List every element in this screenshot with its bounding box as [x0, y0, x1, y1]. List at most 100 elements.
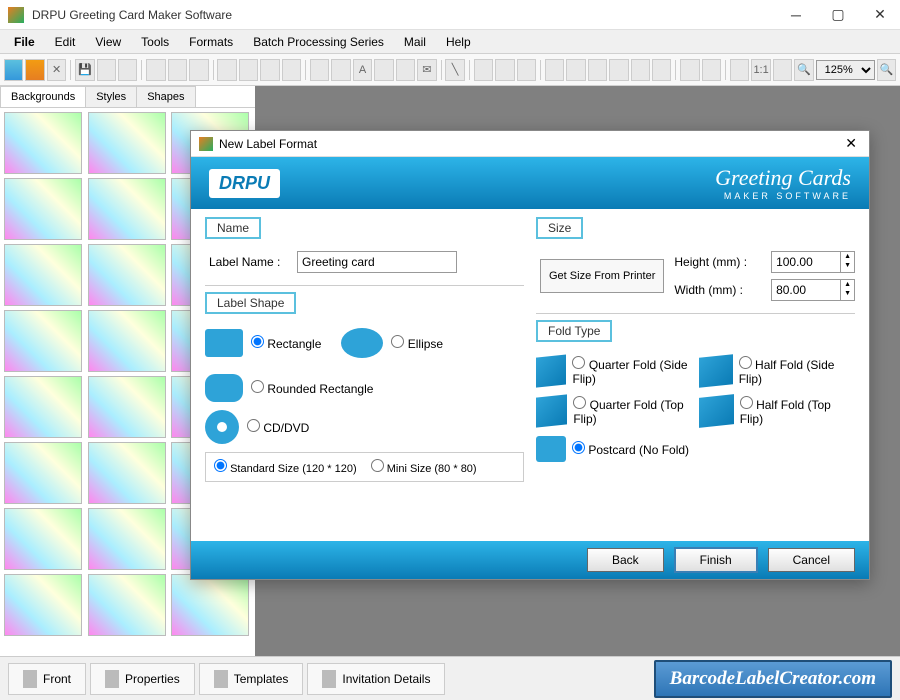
bg-thumb[interactable]	[4, 244, 82, 306]
tb-font-icon[interactable]: A	[353, 59, 372, 81]
bg-thumb[interactable]	[88, 376, 166, 438]
tb-text-icon[interactable]	[310, 59, 329, 81]
bg-thumb[interactable]	[4, 178, 82, 240]
bg-thumb[interactable]	[4, 112, 82, 174]
tb-11-icon[interactable]: 1:1	[751, 59, 770, 81]
tb-align5-icon[interactable]	[631, 59, 650, 81]
radio-postcard[interactable]: Postcard (No Fold)	[572, 441, 689, 457]
menu-bar: File Edit View Tools Formats Batch Proce…	[0, 30, 900, 54]
radio-half-top[interactable]: Half Fold (Top Flip)	[740, 396, 855, 426]
tab-styles[interactable]: Styles	[85, 86, 137, 107]
tb-layer1-icon[interactable]	[474, 59, 493, 81]
tb-align3-icon[interactable]	[588, 59, 607, 81]
tb-open-icon[interactable]	[25, 59, 44, 81]
bg-thumb[interactable]	[88, 178, 166, 240]
radio-ellipse[interactable]: Ellipse	[391, 335, 443, 351]
tb-align6-icon[interactable]	[652, 59, 671, 81]
bg-thumb[interactable]	[88, 244, 166, 306]
height-input[interactable]	[771, 251, 841, 273]
label-name-input[interactable]	[297, 251, 457, 273]
tb-close-icon[interactable]: ✕	[47, 59, 66, 81]
close-button[interactable]: ✕	[868, 3, 892, 27]
bottom-tab-properties[interactable]: Properties	[90, 663, 195, 695]
bg-thumb[interactable]	[88, 112, 166, 174]
tb-align2-icon[interactable]	[566, 59, 585, 81]
tb-zoomin-icon[interactable]: 🔍	[794, 59, 813, 81]
tb-pic-icon[interactable]	[374, 59, 393, 81]
bg-thumb[interactable]	[171, 574, 249, 636]
menu-help[interactable]: Help	[436, 31, 481, 53]
menu-view[interactable]: View	[85, 31, 131, 53]
bg-thumb[interactable]	[4, 442, 82, 504]
tb-group2-icon[interactable]	[702, 59, 721, 81]
tb-redo-icon[interactable]	[239, 59, 258, 81]
bg-thumb[interactable]	[4, 508, 82, 570]
tb-new-icon[interactable]	[4, 59, 23, 81]
watermark: BarcodeLabelCreator.com	[654, 660, 892, 698]
tb-line-icon[interactable]: ╲	[445, 59, 464, 81]
tb-save-icon[interactable]: 💾	[75, 59, 94, 81]
menu-edit[interactable]: Edit	[45, 31, 86, 53]
tb-layer2-icon[interactable]	[495, 59, 514, 81]
finish-button[interactable]: Finish	[674, 547, 758, 573]
maximize-button[interactable]: ▢	[826, 3, 850, 27]
tb-export-icon[interactable]	[97, 59, 116, 81]
menu-formats[interactable]: Formats	[179, 31, 243, 53]
bottom-tab-front[interactable]: Front	[8, 663, 86, 695]
width-down-icon[interactable]: ▼	[841, 289, 854, 298]
tb-zoomout-icon[interactable]: 🔍	[877, 59, 896, 81]
tb-paste-icon[interactable]	[189, 59, 208, 81]
bottom-tab-templates[interactable]: Templates	[199, 663, 304, 695]
tb-align4-icon[interactable]	[609, 59, 628, 81]
radio-mini-size[interactable]: Mini Size (80 * 80)	[371, 459, 477, 475]
bg-thumb[interactable]	[4, 574, 82, 636]
back-button[interactable]: Back	[587, 548, 664, 572]
width-label: Width (mm) :	[674, 283, 761, 297]
radio-standard-size[interactable]: Standard Size (120 * 120)	[214, 459, 357, 475]
tb-group1-icon[interactable]	[680, 59, 699, 81]
menu-file[interactable]: File	[4, 31, 45, 53]
tb-undo-icon[interactable]	[217, 59, 236, 81]
tb-print-icon[interactable]	[168, 59, 187, 81]
drpu-logo: DRPU	[209, 169, 280, 198]
tb-layer3-icon[interactable]	[517, 59, 536, 81]
tb-fit-icon[interactable]	[773, 59, 792, 81]
tb-shape-icon[interactable]	[396, 59, 415, 81]
width-input[interactable]	[771, 279, 841, 301]
tb-align1-icon[interactable]	[545, 59, 564, 81]
bottom-tab-invitation[interactable]: Invitation Details	[307, 663, 445, 695]
dialog-icon	[199, 137, 213, 151]
radio-quarter-side[interactable]: Quarter Fold (Side Flip)	[572, 356, 692, 386]
height-down-icon[interactable]: ▼	[841, 261, 854, 270]
radio-rounded[interactable]: Rounded Rectangle	[251, 380, 373, 396]
tb-mail-icon[interactable]: ✉	[417, 59, 436, 81]
bg-thumb[interactable]	[88, 310, 166, 372]
dialog-close-icon[interactable]: ✕	[841, 135, 861, 152]
bg-thumb[interactable]	[88, 574, 166, 636]
radio-quarter-top[interactable]: Quarter Fold (Top Flip)	[573, 396, 692, 426]
tb-copy-icon[interactable]	[146, 59, 165, 81]
bg-thumb[interactable]	[4, 376, 82, 438]
minimize-button[interactable]: ─	[784, 3, 808, 27]
tab-shapes[interactable]: Shapes	[136, 86, 195, 107]
bg-thumb[interactable]	[88, 442, 166, 504]
zoom-select[interactable]: 125%	[816, 60, 875, 80]
radio-rectangle[interactable]: Rectangle	[251, 335, 321, 351]
menu-tools[interactable]: Tools	[131, 31, 179, 53]
radio-half-side[interactable]: Half Fold (Side Flip)	[739, 356, 855, 386]
menu-mail[interactable]: Mail	[394, 31, 436, 53]
cancel-button[interactable]: Cancel	[768, 548, 855, 572]
menu-batch[interactable]: Batch Processing Series	[243, 31, 394, 53]
get-size-printer-button[interactable]: Get Size From Printer	[540, 259, 664, 293]
tb-barcode-icon[interactable]	[331, 59, 350, 81]
bg-thumb[interactable]	[4, 310, 82, 372]
tb-image-icon[interactable]	[282, 59, 301, 81]
tb-import-icon[interactable]	[118, 59, 137, 81]
tab-backgrounds[interactable]: Backgrounds	[0, 86, 86, 107]
tb-pencil-icon[interactable]	[260, 59, 279, 81]
radio-cd[interactable]: CD/DVD	[247, 419, 309, 435]
width-up-icon[interactable]: ▲	[841, 280, 854, 289]
bg-thumb[interactable]	[88, 508, 166, 570]
height-up-icon[interactable]: ▲	[841, 252, 854, 261]
tb-grid-icon[interactable]	[730, 59, 749, 81]
